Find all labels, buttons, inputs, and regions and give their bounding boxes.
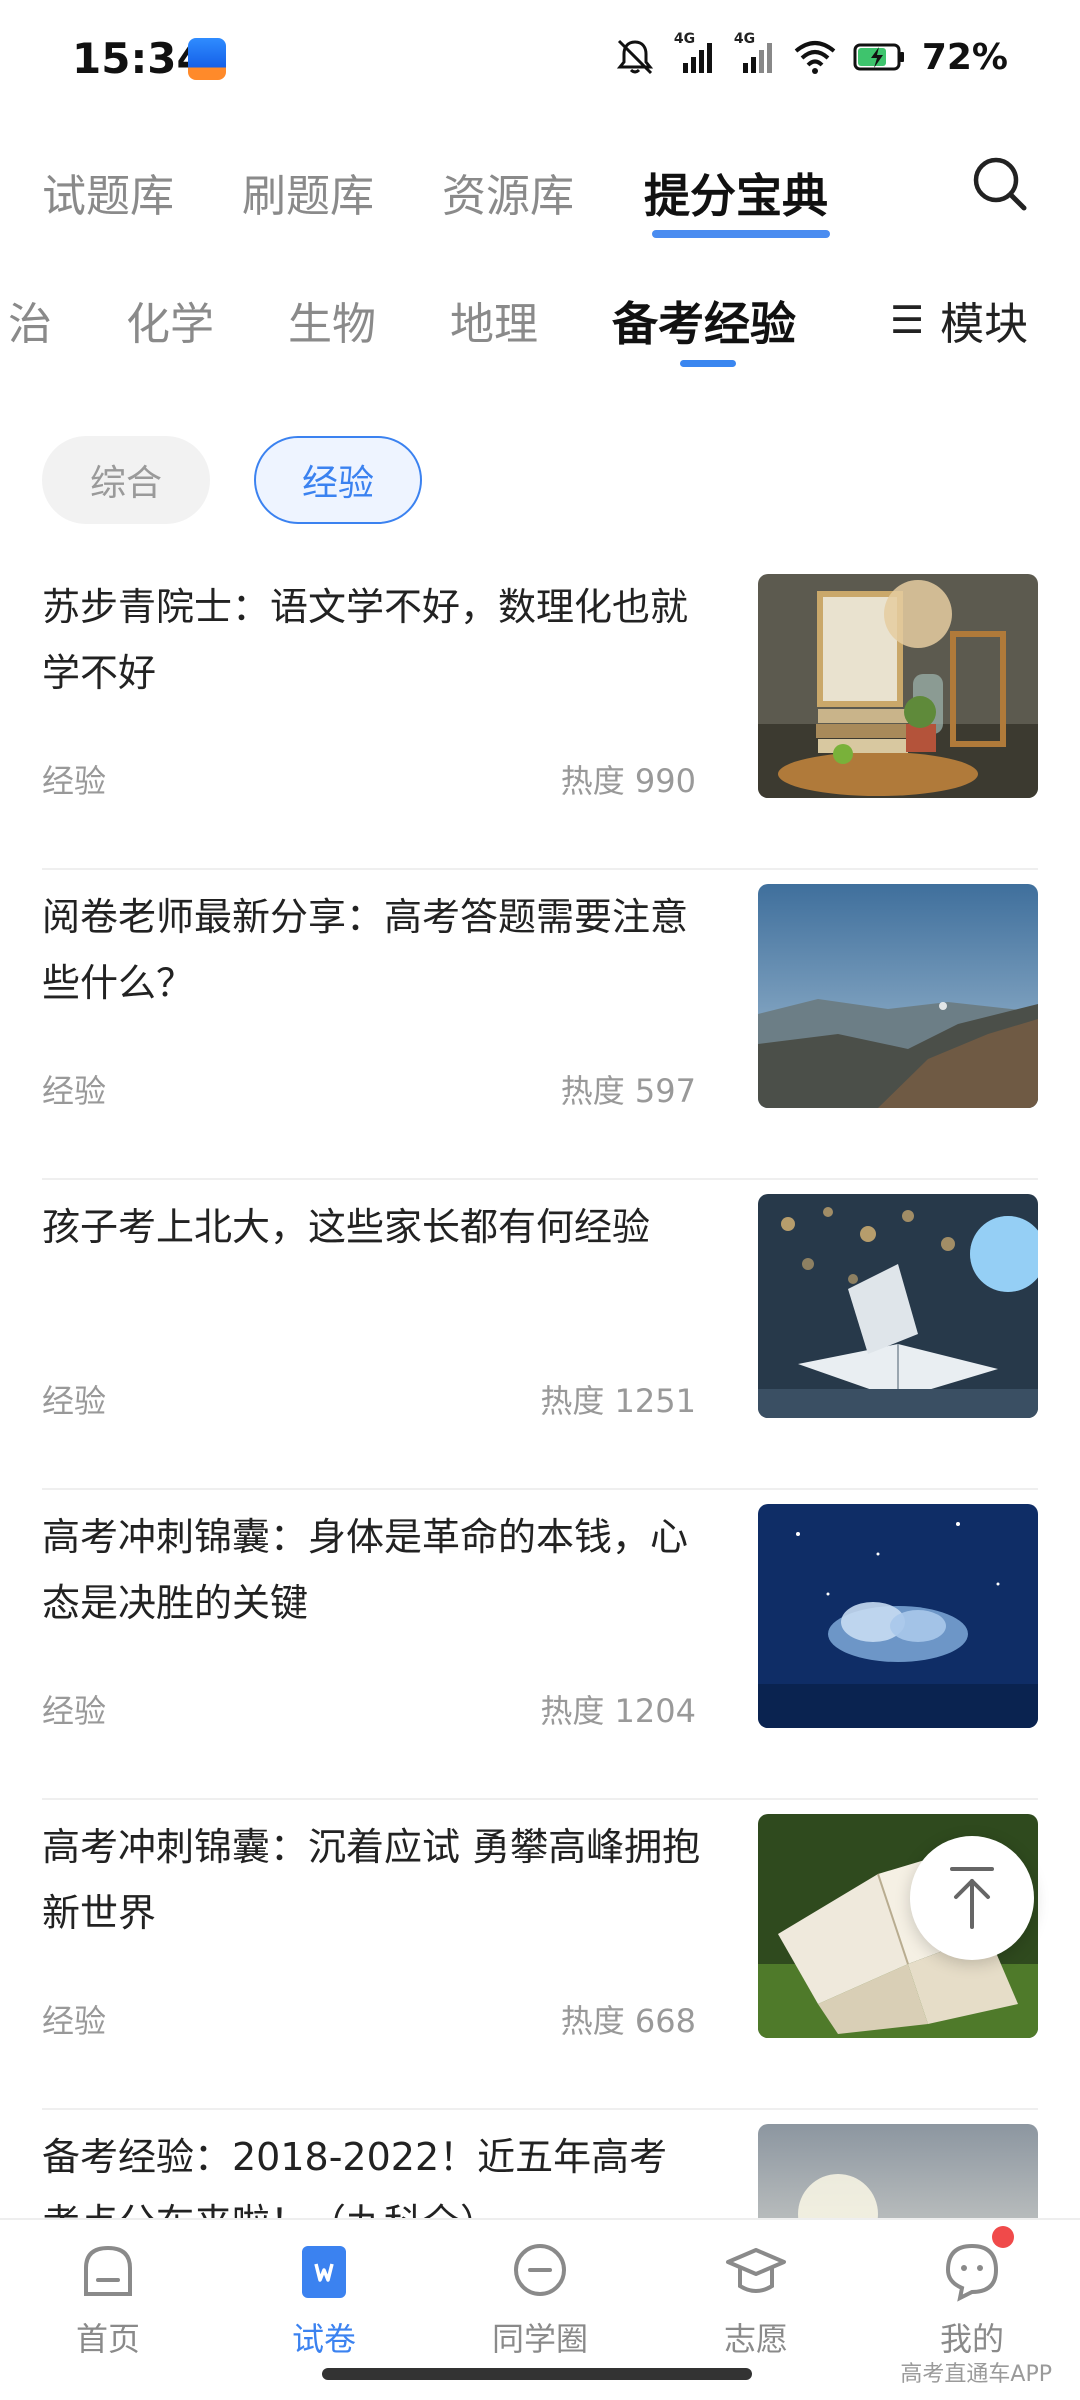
arrow-up-icon xyxy=(950,1867,994,1929)
article-heat: 热度 668 xyxy=(560,2002,696,2040)
battery-percent: 72% xyxy=(921,36,1008,78)
profile-icon xyxy=(945,2243,999,2302)
subject-tabs: 治 化学 生物 地理 备考经验 ☰ 模块 xyxy=(0,280,1080,370)
list-item[interactable]: 苏步青院士：语文学不好，数理化也就学不好 经验 热度 990 xyxy=(42,560,1038,870)
article-heat: 热度 1204 xyxy=(540,1692,696,1730)
app-badge-icon xyxy=(188,38,226,80)
network-label: 4G xyxy=(733,31,756,47)
home-indicator[interactable] xyxy=(322,2368,752,2380)
battery-charging-icon xyxy=(852,37,908,77)
bottom-nav-label: 首页 xyxy=(75,2320,140,2358)
top-nav: 试题库 刷题库 资源库 提分宝典 xyxy=(0,150,1080,240)
graduation-cap-icon xyxy=(726,2248,786,2293)
article-tag: 经验 xyxy=(42,1382,107,1420)
list-item[interactable]: 高考冲刺锦囊：沉着应试 勇攀高峰拥抱新世界 经验 热度 668 xyxy=(42,1800,1038,2110)
top-nav-active-indicator xyxy=(652,230,830,238)
article-title: 高考冲刺锦囊：身体是革命的本钱，心态是决胜的关键 xyxy=(42,1515,689,1625)
signal-icon: 4G xyxy=(732,31,778,77)
article-heat: 热度 597 xyxy=(560,1072,696,1110)
bottom-nav-item-home[interactable]: 首页 xyxy=(28,2240,188,2360)
article-tag: 经验 xyxy=(42,762,107,800)
bottom-nav-item-profile[interactable]: 我的 xyxy=(892,2240,1052,2360)
article-title: 苏步青院士：语文学不好，数理化也就学不好 xyxy=(42,585,689,695)
list-item[interactable]: 阅卷老师最新分享：高考答题需要注意些什么？ 经验 热度 597 xyxy=(42,870,1038,1180)
article-tag: 经验 xyxy=(42,2002,107,2040)
bottom-nav-item-exam[interactable]: 试卷 xyxy=(244,2240,404,2360)
tab-biology[interactable]: 生物 xyxy=(288,288,376,352)
bottom-nav-label: 我的 xyxy=(939,2320,1004,2358)
search-icon[interactable] xyxy=(970,154,1030,214)
article-heat: 热度 990 xyxy=(560,762,696,800)
top-nav-item-score-guide[interactable]: 提分宝典 xyxy=(644,160,828,226)
article-tag: 经验 xyxy=(42,1692,107,1730)
article-thumbnail xyxy=(758,574,1038,798)
tab-exam-experience[interactable]: 备考经验 xyxy=(612,288,796,354)
article-title: 高考冲刺锦囊：沉着应试 勇攀高峰拥抱新世界 xyxy=(42,1825,701,1935)
article-thumbnail xyxy=(758,884,1038,1108)
top-nav-item-resource-bank[interactable]: 资源库 xyxy=(442,160,574,224)
modules-button[interactable]: ☰ 模块 xyxy=(890,288,1028,352)
bottom-nav-label: 志愿 xyxy=(723,2320,788,2358)
status-time: 15:34 xyxy=(72,34,206,83)
status-icons: 4G 4G 72% xyxy=(612,31,1008,80)
article-heat: 热度 1251 xyxy=(540,1382,696,1420)
article-tag: 经验 xyxy=(42,1072,107,1110)
article-thumbnail xyxy=(758,1194,1038,1418)
top-nav-item-practice-bank[interactable]: 刷题库 xyxy=(242,160,374,224)
tab-politics[interactable]: 治 xyxy=(8,288,52,352)
bottom-nav-label: 同学圈 xyxy=(491,2320,588,2358)
filter-chip-experience[interactable]: 经验 xyxy=(254,436,422,524)
chat-circle-icon xyxy=(514,2244,566,2296)
status-bar: 15:34 4G 4G 72% xyxy=(0,0,1080,120)
list-item[interactable]: 高考冲刺锦囊：身体是革命的本钱，心态是决胜的关键 经验 热度 1204 xyxy=(42,1490,1038,1800)
signal-icon: 4G xyxy=(672,31,718,77)
wifi-icon xyxy=(792,37,838,77)
article-title: 孩子考上北大，这些家长都有何经验 xyxy=(42,1205,651,1249)
list-item[interactable]: 孩子考上北大，这些家长都有何经验 经验 热度 1251 xyxy=(42,1180,1038,1490)
modules-label: 模块 xyxy=(940,299,1029,350)
back-to-top-button[interactable] xyxy=(910,1836,1034,1960)
bottom-nav-item-volunteer[interactable]: 志愿 xyxy=(676,2240,836,2360)
tab-geography[interactable]: 地理 xyxy=(450,288,538,352)
bottom-nav-item-classmates[interactable]: 同学圈 xyxy=(460,2240,620,2360)
home-icon xyxy=(84,2245,132,2296)
filter-chip-general[interactable]: 综合 xyxy=(42,436,210,524)
mute-icon xyxy=(612,37,658,77)
app-screen: 15:34 4G 4G 72% 试题库 刷题库 资源库 提分宝典 治 化学 生物… xyxy=(0,0,1080,2400)
app-watermark: 高考直通车APP xyxy=(900,2362,1052,2387)
article-list: 苏步青院士：语文学不好，数理化也就学不好 经验 热度 990 阅卷老师最新分享：… xyxy=(42,560,1038,2400)
tab-chemistry[interactable]: 化学 xyxy=(126,288,214,352)
notification-badge xyxy=(992,2226,1014,2248)
exam-paper-icon xyxy=(302,2246,346,2298)
article-thumbnail xyxy=(758,1504,1038,1728)
top-nav-item-question-bank[interactable]: 试题库 xyxy=(42,160,174,224)
list-icon: ☰ xyxy=(890,298,925,342)
bottom-nav-label: 试卷 xyxy=(291,2320,356,2358)
subject-tab-active-indicator xyxy=(680,360,736,367)
network-label: 4G xyxy=(673,31,696,47)
article-title: 阅卷老师最新分享：高考答题需要注意些什么？ xyxy=(42,895,689,1005)
